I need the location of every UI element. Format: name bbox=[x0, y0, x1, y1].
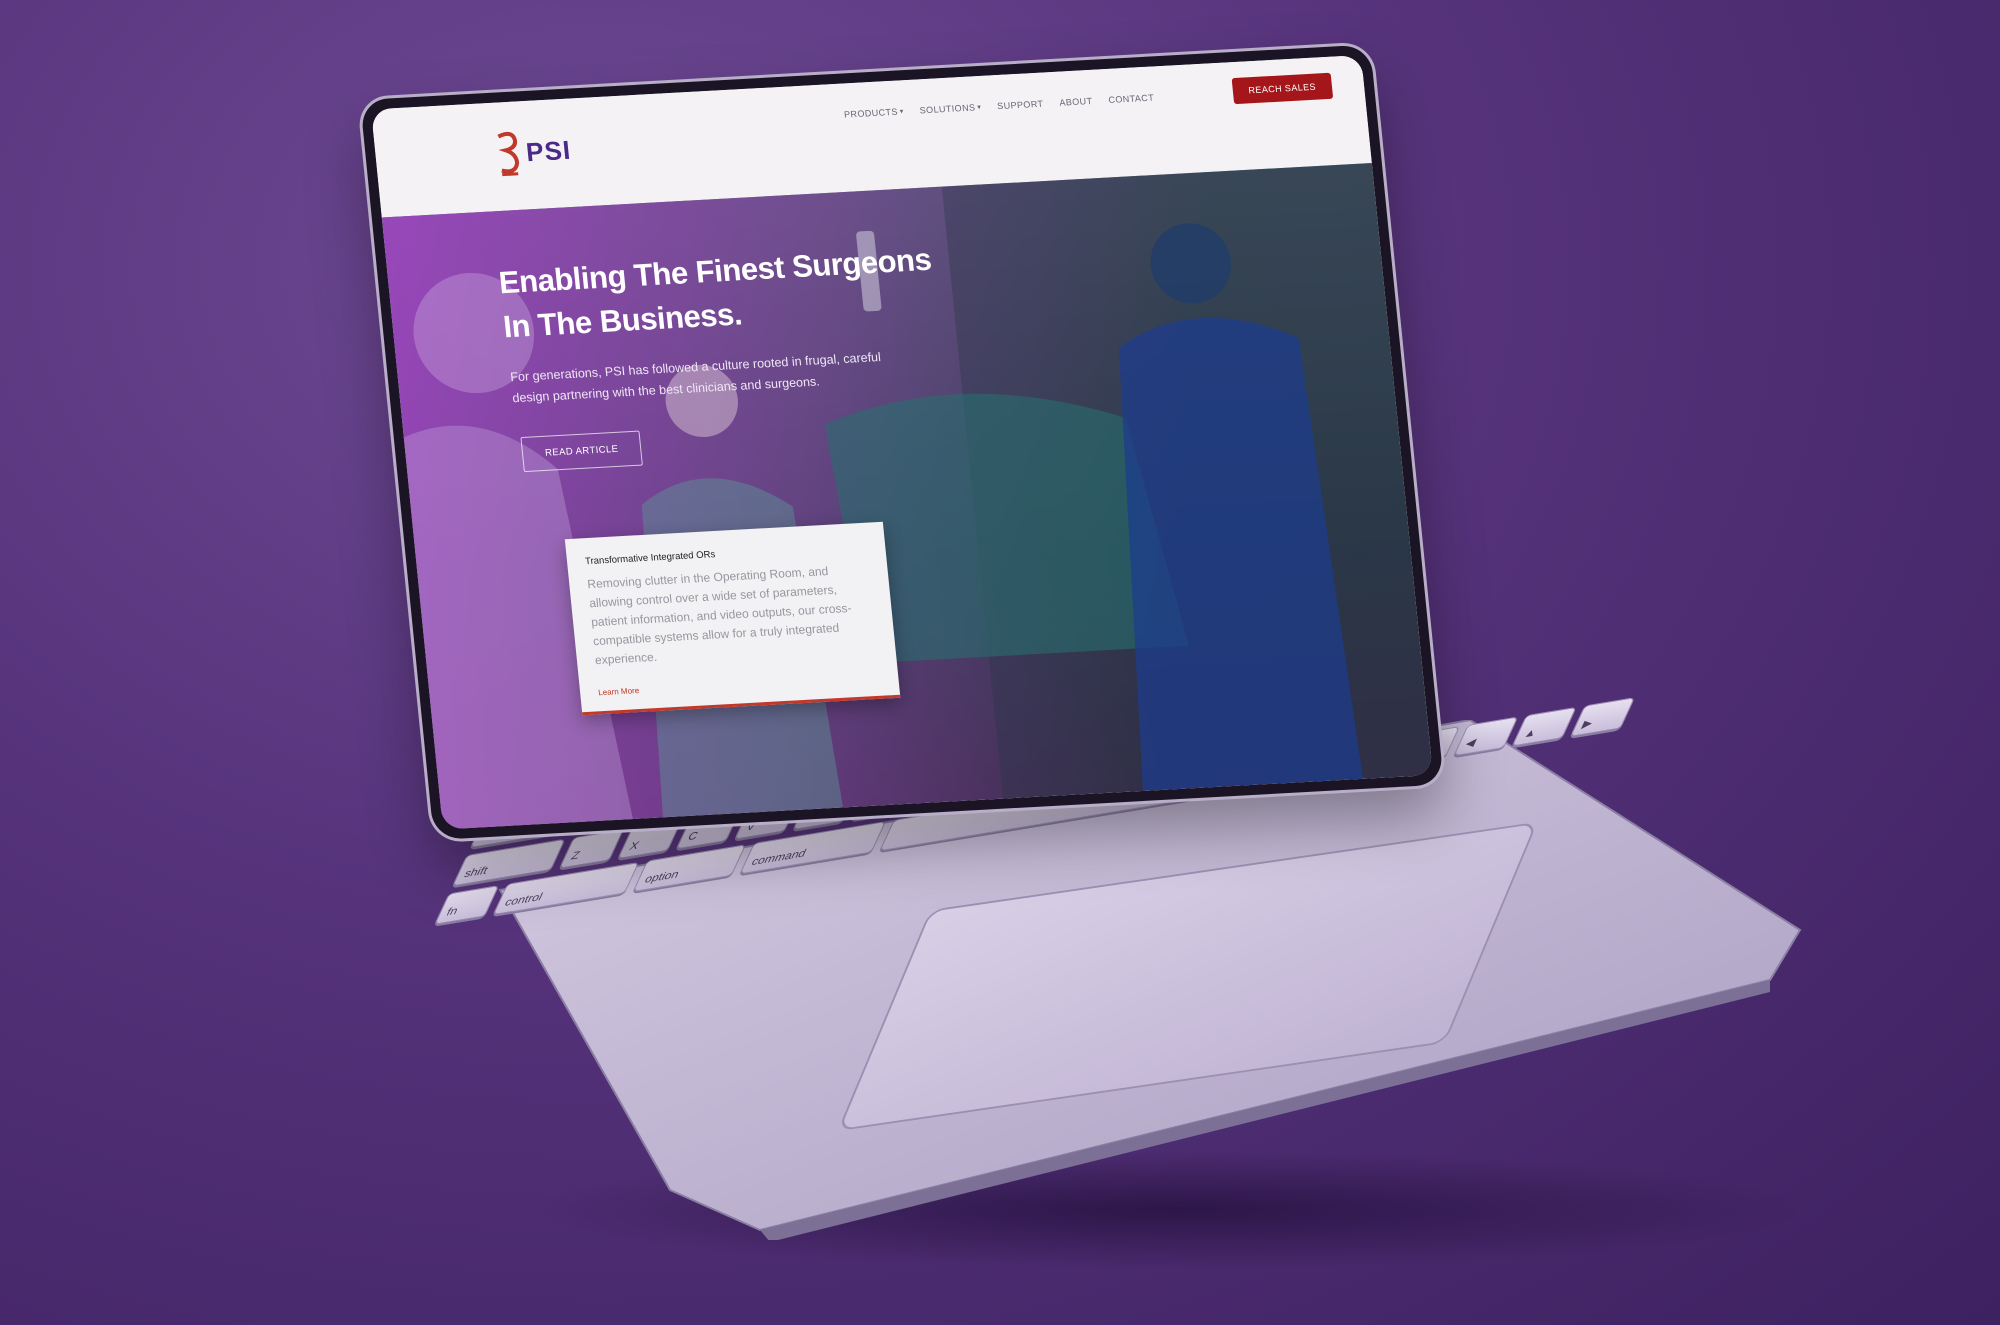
psi-logo-icon bbox=[497, 131, 520, 177]
read-article-button[interactable]: READ ARTICLE bbox=[520, 430, 644, 473]
key[interactable]: ◀ bbox=[1453, 716, 1519, 757]
screen-bezel: PSI PRODUCTS▾ SOLUTIONS▾ SUPPORT ABOUT bbox=[360, 44, 1444, 840]
laptop-lid: PSI PRODUCTS▾ SOLUTIONS▾ SUPPORT ABOUT bbox=[360, 44, 1458, 880]
nav-contact-label: CONTACT bbox=[1107, 92, 1155, 106]
nav-products[interactable]: PRODUCTS ▾ bbox=[843, 106, 905, 120]
card-body: Removing clutter in the Operating Room, … bbox=[586, 563, 853, 668]
hero-section: Enabling The Finest Surgeons In The Busi… bbox=[381, 163, 1433, 830]
nav-about-label: ABOUT bbox=[1058, 95, 1093, 108]
feature-card: Transformative Integrated ORs Removing c… bbox=[564, 521, 901, 716]
nav-contact[interactable]: CONTACT bbox=[1108, 93, 1155, 106]
reach-sales-button[interactable]: REACH SALES bbox=[1231, 72, 1334, 105]
logo-text: PSI bbox=[524, 134, 573, 167]
website-screen: PSI PRODUCTS▾ SOLUTIONS▾ SUPPORT ABOUT bbox=[371, 55, 1433, 830]
nav-solutions[interactable]: SOLUTIONS ▾ bbox=[919, 102, 982, 115]
main-nav: PRODUCTS ▾ SOLUTIONS ▾ SUPPORT ABOUT CONTA… bbox=[844, 93, 1155, 120]
key[interactable]: ▲ bbox=[1511, 706, 1577, 747]
nav-products-label: PRODUCTS bbox=[843, 106, 899, 120]
nav-support-label: SUPPORT bbox=[996, 98, 1044, 112]
nav-support[interactable]: SUPPORT bbox=[997, 99, 1044, 112]
chevron-down-icon: ▾ bbox=[899, 108, 905, 116]
nav-solutions-label: SOLUTIONS bbox=[919, 102, 976, 116]
nav-about[interactable]: ABOUT bbox=[1059, 96, 1093, 108]
chevron-down-icon: ▾ bbox=[977, 104, 982, 112]
key[interactable]: fn bbox=[434, 885, 500, 925]
logo[interactable]: PSI bbox=[494, 127, 574, 177]
learn-more-link[interactable]: Learn More bbox=[598, 686, 640, 697]
